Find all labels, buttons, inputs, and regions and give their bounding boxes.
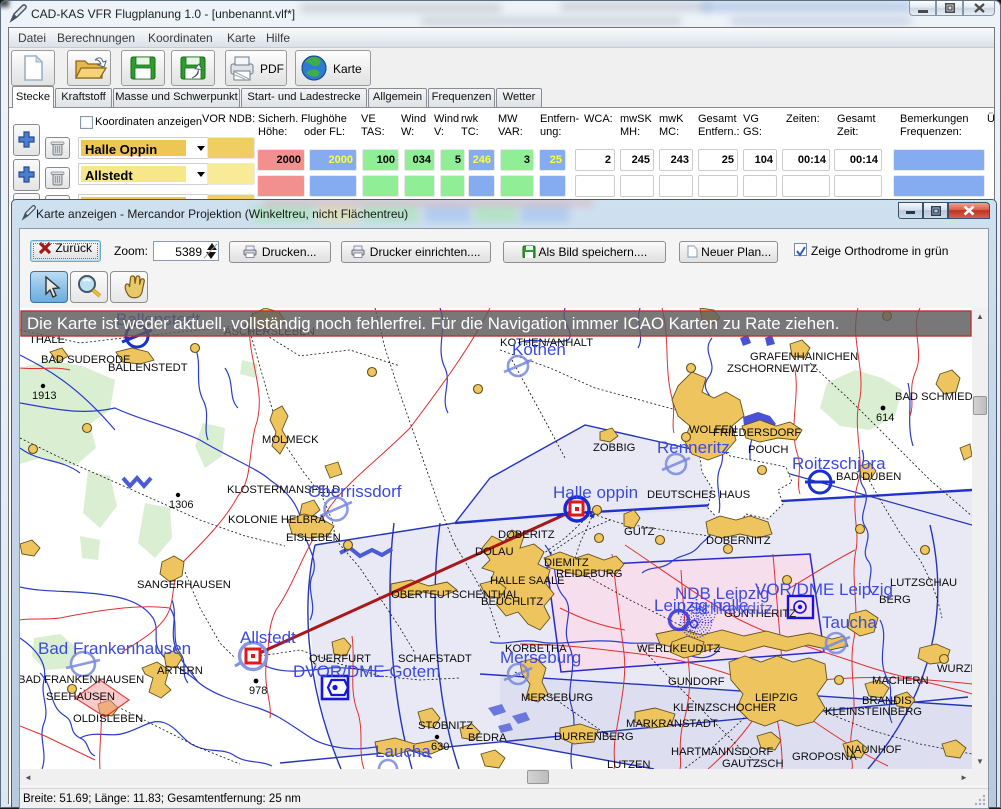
svg-text:Bad Frankenhausen: Bad Frankenhausen [38, 639, 191, 658]
svg-text:KLEINSTEINBERG: KLEINSTEINBERG [825, 706, 922, 718]
svg-text:MACHERN: MACHERN [872, 675, 929, 687]
svg-text:KLEINZSCHOCHER: KLEINZSCHOCHER [673, 702, 776, 714]
svg-text:1913: 1913 [32, 390, 56, 402]
svg-text:1306: 1306 [169, 499, 193, 511]
svg-text:GRAFENHAINICHEN: GRAFENHAINICHEN [750, 351, 858, 363]
svg-text:GUNDORF: GUNDORF [668, 676, 725, 688]
svg-text:MERSEBURG: MERSEBURG [521, 692, 593, 704]
svg-text:VOR/DME Leipzig: VOR/DME Leipzig [755, 580, 893, 599]
svg-text:Köthen: Köthen [512, 340, 566, 359]
svg-text:Merseburg: Merseburg [500, 648, 581, 667]
svg-text:BAD SCHMIEDEBERG: BAD SCHMIEDEBERG [895, 391, 972, 403]
svg-text:Halle oppin: Halle oppin [553, 483, 638, 502]
svg-text:OBERTEUTSCHENTHAL: OBERTEUTSCHENTHAL [391, 589, 519, 601]
svg-text:Die Karte ist weder aktuell, v: Die Karte ist weder aktuell, vollständig… [27, 314, 839, 333]
svg-text:SANGERHAUSEN: SANGERHAUSEN [137, 579, 231, 591]
svg-text:614: 614 [876, 412, 894, 424]
svg-text:HARTMANNSDORF: HARTMANNSDORF [671, 746, 774, 758]
svg-text:GAUTZSCH: GAUTZSCH [722, 758, 784, 769]
svg-text:HALLE SAALE: HALLE SAALE [490, 575, 565, 587]
svg-text:NAUNHOF: NAUNHOF [846, 744, 901, 756]
svg-text:BEDRA: BEDRA [468, 732, 507, 744]
svg-text:MOLMECK: MOLMECK [262, 434, 319, 446]
svg-text:ZSCHORNEWITZ: ZSCHORNEWITZ [727, 363, 817, 375]
svg-text:WERLIKEUDITZ: WERLIKEUDITZ [637, 643, 720, 655]
svg-text:Renneritz: Renneritz [657, 438, 730, 457]
svg-text:DOLAU: DOLAU [475, 546, 514, 558]
svg-text:LUTZEN: LUTZEN [607, 759, 651, 769]
svg-text:DEUTSCHES HAUS: DEUTSCHES HAUS [647, 489, 750, 501]
svg-text:DVOR/DME Gotem: DVOR/DME Gotem [293, 662, 440, 681]
svg-text:Taucha: Taucha [822, 613, 877, 632]
svg-text:DOBERITZ: DOBERITZ [498, 529, 555, 541]
svg-text:ARTERN: ARTERN [157, 665, 203, 677]
svg-text:Schkeuditz: Schkeuditz [690, 599, 773, 618]
svg-text:SEEHAUSEN: SEEHAUSEN [46, 691, 115, 703]
svg-text:KOLONIE HELBRA: KOLONIE HELBRA [228, 514, 326, 526]
svg-text:Laucha: Laucha [375, 742, 431, 761]
svg-text:Roitzschjora: Roitzschjora [792, 454, 886, 473]
svg-text:ZOBBIG: ZOBBIG [593, 442, 635, 454]
svg-text:630: 630 [431, 741, 449, 753]
svg-text:DURRENBERG: DURRENBERG [554, 731, 634, 743]
svg-text:OLDISLEBEN: OLDISLEBEN [73, 713, 143, 725]
svg-text:EISLEBEN: EISLEBEN [286, 532, 341, 544]
svg-text:MARKRANSTADT: MARKRANSTADT [626, 718, 718, 730]
svg-text:Oberrissdorf: Oberrissdorf [308, 482, 402, 501]
svg-text:REIDEBURG: REIDEBURG [556, 568, 623, 580]
svg-text:LUTZSCHAU: LUTZSCHAU [890, 577, 957, 589]
svg-text:Allstedt: Allstedt [240, 628, 296, 647]
svg-text:DOBERNITZ: DOBERNITZ [706, 535, 771, 547]
svg-text:GUTZ: GUTZ [624, 526, 655, 538]
svg-text:STOBNITZ: STOBNITZ [418, 720, 473, 732]
svg-text:978: 978 [249, 685, 267, 697]
svg-text:WURZEN: WURZEN [937, 663, 972, 675]
svg-text:BRANDIS: BRANDIS [862, 695, 912, 707]
svg-text:BAD FRANKENHAUSEN: BAD FRANKENHAUSEN [20, 674, 144, 686]
svg-text:POUCH: POUCH [748, 444, 788, 456]
svg-text:BALLENSTEDT: BALLENSTEDT [108, 362, 188, 374]
